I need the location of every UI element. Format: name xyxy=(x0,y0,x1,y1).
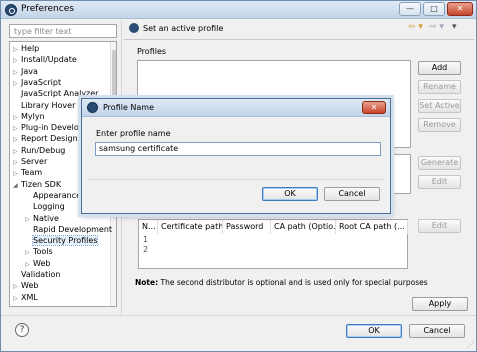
cancel-button[interactable]: Cancel xyxy=(409,324,465,338)
edit-distributor-button[interactable]: Edit xyxy=(418,219,461,233)
tree-item-label: Library Hover xyxy=(21,100,76,110)
help-icon[interactable]: ? xyxy=(15,323,29,337)
filter-input[interactable]: type filter text xyxy=(9,24,117,38)
maximize-button[interactable]: □ xyxy=(423,2,445,16)
profiles-label: Profiles xyxy=(137,47,167,56)
tree-item[interactable]: Rapid Development xyxy=(25,224,112,235)
tree-item-label: Tools xyxy=(33,247,53,257)
tree-item[interactable]: ▷ Web xyxy=(13,280,38,291)
tree-item[interactable]: ▷ XML xyxy=(13,292,38,303)
tree-item-label: Web xyxy=(21,281,39,291)
table-row[interactable]: 2 xyxy=(143,245,148,254)
table-column-header[interactable]: Password xyxy=(223,220,271,234)
dialog-divider xyxy=(88,179,384,180)
tree-item-label: Run/Debug xyxy=(21,145,66,155)
page-title: Set an active profile xyxy=(143,24,224,33)
tree-item[interactable]: ▷ Mylyn xyxy=(13,111,45,122)
dialog-title: Profile Name xyxy=(103,103,155,112)
note-body: The second distributor is optional and i… xyxy=(158,278,428,287)
tree-item[interactable]: ▷ Server xyxy=(13,156,47,167)
tree-item[interactable]: ▷ Team xyxy=(13,167,42,178)
tree-item[interactable]: ◢ Tizen SDK xyxy=(13,179,61,190)
tree-item[interactable]: ▷ JavaScript xyxy=(13,77,61,88)
minimize-button[interactable]: — xyxy=(399,2,421,16)
tree-item[interactable]: ▷ Tools xyxy=(25,246,53,257)
table-row[interactable]: 1 xyxy=(143,235,148,244)
tree-item-label: Native xyxy=(33,213,59,223)
tree-item-label: Logging xyxy=(33,202,65,212)
expand-toggle-icon[interactable]: ◢ xyxy=(13,180,21,191)
tree-item-label: JavaScript Analyzer xyxy=(21,89,99,99)
dialog-ok-button[interactable]: OK xyxy=(262,187,318,201)
title-bar[interactable]: Preferences — □ ✕ xyxy=(1,1,476,19)
tree-item-label: Install/Update xyxy=(21,55,77,65)
profile-name-label: Enter profile name xyxy=(96,129,171,138)
tree-item[interactable]: ▷ Java xyxy=(13,66,38,77)
rename-button[interactable]: Rename xyxy=(418,80,461,94)
note-prefix: Note: xyxy=(135,278,159,287)
tree-item[interactable]: Validation xyxy=(13,269,61,280)
distributor-table[interactable]: N... Certificate path Password CA path (Opt… xyxy=(138,219,408,269)
tree-item[interactable]: Logging xyxy=(25,201,65,212)
tree-item-label: Report Design xyxy=(21,134,78,144)
tree-item[interactable]: ▷ Install/Update xyxy=(13,54,77,65)
tree-item[interactable]: ▷ Report Design xyxy=(13,133,78,144)
tree-item[interactable]: ▷ Web xyxy=(25,258,50,269)
expand-toggle-icon[interactable]: ▷ xyxy=(13,293,21,304)
profile-name-input[interactable]: samsung certificate xyxy=(95,142,381,156)
add-button[interactable]: Add xyxy=(418,61,461,75)
set-active-button[interactable]: Set Active xyxy=(418,99,461,113)
tree-item-label: XML xyxy=(21,292,38,302)
tree-item[interactable]: ▷ Help xyxy=(13,43,39,54)
tree-item[interactable]: ▷ Native xyxy=(25,213,59,224)
tree-item-label: Tizen SDK xyxy=(21,179,62,189)
tree-item[interactable]: Security Profiles xyxy=(25,235,99,247)
app-icon xyxy=(5,4,17,16)
table-column-header[interactable]: CA path (Optio... xyxy=(271,220,336,234)
tree-item[interactable]: Library Hover xyxy=(13,100,75,111)
tree-item-label: Validation xyxy=(21,270,61,279)
back-arrow-icon[interactable]: ⇦ ▾ xyxy=(408,22,423,32)
dialog-cancel-button[interactable]: Cancel xyxy=(324,187,380,201)
tree-item-label: JavaScript xyxy=(21,77,62,87)
table-column-header[interactable]: N... xyxy=(139,220,158,234)
footer-divider xyxy=(1,315,476,316)
table-column-header[interactable]: Certificate path xyxy=(158,220,223,234)
tree-item-label: Team xyxy=(21,168,43,178)
dialog-title-bar[interactable]: Profile Name ✕ xyxy=(82,99,390,117)
dialog-app-icon xyxy=(87,102,98,113)
ok-button[interactable]: OK xyxy=(346,324,402,338)
header-divider xyxy=(124,39,474,40)
profile-icon xyxy=(129,23,139,33)
tree-item-label: Help xyxy=(21,44,40,53)
window-title: Preferences xyxy=(21,4,74,14)
dialog-close-button[interactable]: ✕ xyxy=(362,101,386,114)
edit-author-button[interactable]: Edit xyxy=(418,175,461,189)
view-menu-icon[interactable]: ▾ xyxy=(452,22,457,32)
tree-item-label: Web xyxy=(33,258,51,268)
forward-arrow-icon[interactable]: ⇨ ▾ xyxy=(429,22,444,32)
resize-grip-icon[interactable]: ⋰ xyxy=(467,341,474,349)
tree-item-label: Appearance xyxy=(33,190,82,200)
tree-item[interactable]: Appearance xyxy=(25,190,81,201)
remove-button[interactable]: Remove xyxy=(418,118,461,132)
apply-button[interactable]: Apply xyxy=(412,297,468,311)
tree-item-label: Mylyn xyxy=(21,111,45,121)
generate-button[interactable]: Generate xyxy=(418,156,461,170)
close-button[interactable]: ✕ xyxy=(447,2,473,16)
tree-item-label: Server xyxy=(21,157,48,166)
table-column-header[interactable]: Root CA path (... xyxy=(336,220,408,234)
tree-item-label: Rapid Development xyxy=(33,224,113,234)
tree-item[interactable]: ▷ Run/Debug xyxy=(13,145,65,156)
tree-item-label: Security Profiles xyxy=(31,235,99,247)
profile-name-dialog: Profile Name ✕ Enter profile name samsun… xyxy=(81,98,391,214)
tree-item-label: Java xyxy=(21,66,38,76)
note-text: Note: The second distributor is optional… xyxy=(135,278,428,287)
